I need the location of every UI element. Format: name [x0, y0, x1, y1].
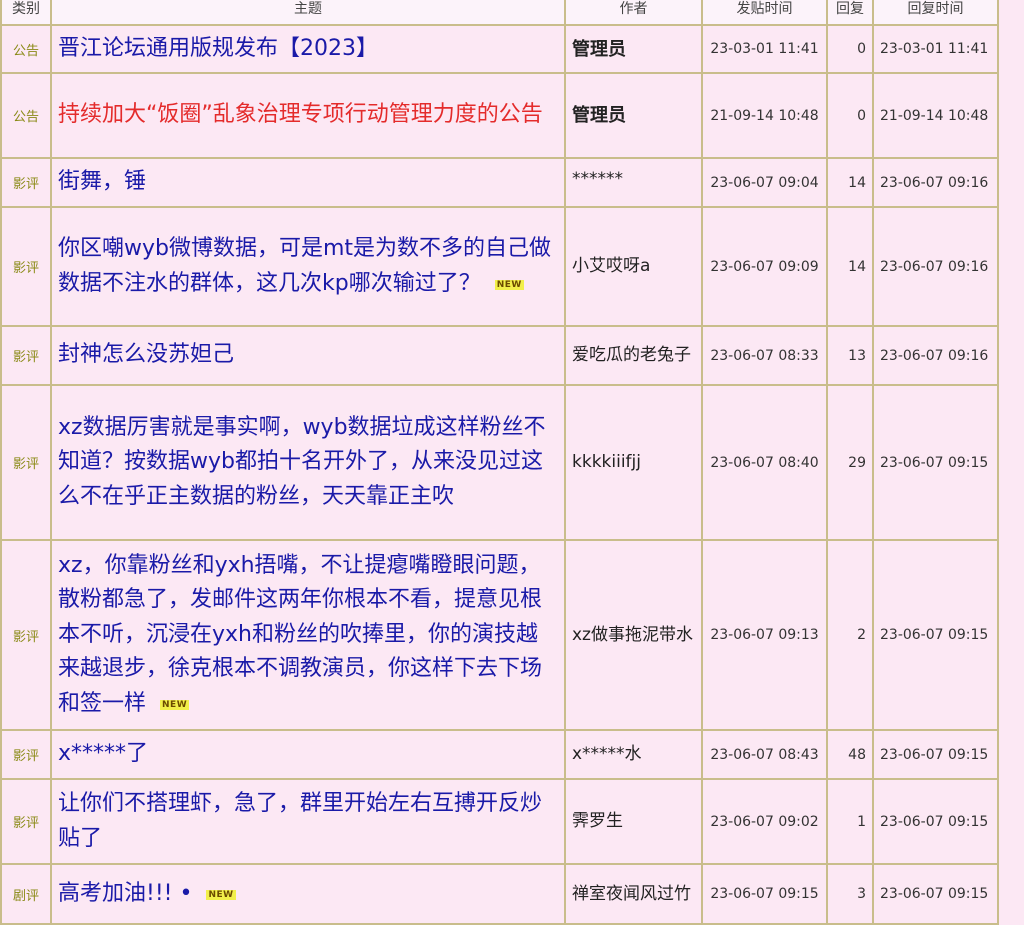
reply-time-cell: 23-06-07 09:16 [872, 157, 999, 208]
category-cell: 影评 [0, 157, 52, 208]
subject-cell: 晋江论坛通用版规发布【2023】 [50, 24, 566, 74]
author-cell[interactable]: 爱吃瓜的老兔子 [564, 325, 703, 386]
author-cell[interactable]: xz做事拖泥带水 [564, 539, 703, 731]
reply-time-cell: 23-06-07 09:16 [872, 325, 999, 386]
reply-time-cell: 21-09-14 10:48 [872, 72, 999, 159]
subject-cell: 持续加大“饭圈”乱象治理专项行动管理力度的公告 [50, 72, 566, 159]
post-time-cell: 21-09-14 10:48 [701, 72, 828, 159]
table-row: 影评 街舞，锤 ****** 23-06-07 09:04 14 23-06-0… [0, 157, 999, 208]
reply-time-cell: 23-06-07 09:15 [872, 778, 999, 865]
category-cell: 影评 [0, 778, 52, 865]
subject-cell: 让你们不搭理虾，急了，群里开始左右互搏开反炒贴了 [50, 778, 566, 865]
reply-time-cell: 23-06-07 09:15 [872, 384, 999, 541]
table-row: 影评 让你们不搭理虾，急了，群里开始左右互搏开反炒贴了 霁罗生 23-06-07… [0, 778, 999, 865]
post-time-cell: 23-06-07 08:40 [701, 384, 828, 541]
reply-count-cell: 48 [826, 729, 874, 780]
column-header-post-time[interactable]: 发贴时间 [701, 0, 828, 26]
reply-count-cell: 13 [826, 325, 874, 386]
reply-count-cell: 14 [826, 206, 874, 327]
category-cell: 影评 [0, 384, 52, 541]
reply-count-cell: 2 [826, 539, 874, 731]
topic-link[interactable]: x*****了 [58, 741, 148, 766]
subject-cell: xz数据厉害就是事实啊，wyb数据垃成这样粉丝不知道？按数据wyb都拍十名开外了… [50, 384, 566, 541]
post-time-cell: 23-06-07 08:33 [701, 325, 828, 386]
table-row: 影评 xz，你靠粉丝和yxh捂嘴，不让提瘪嘴瞪眼问题，散粉都急了，发邮件这两年你… [0, 539, 999, 731]
subject-cell: 封神怎么没苏妲己 [50, 325, 566, 386]
subject-cell: x*****了 [50, 729, 566, 780]
new-badge: NEW [494, 280, 524, 290]
subject-cell: xz，你靠粉丝和yxh捂嘴，不让提瘪嘴瞪眼问题，散粉都急了，发邮件这两年你根本不… [50, 539, 566, 731]
reply-count-cell: 0 [826, 72, 874, 159]
column-header-replies[interactable]: 回复 [826, 0, 874, 26]
author-cell[interactable]: 管理员 [564, 72, 703, 159]
post-time-cell: 23-06-07 09:13 [701, 539, 828, 731]
reply-count-cell: 3 [826, 863, 874, 925]
reply-count-cell: 0 [826, 24, 874, 74]
topic-link[interactable]: 晋江论坛通用版规发布【2023】 [58, 36, 378, 61]
reply-time-cell: 23-06-07 09:15 [872, 539, 999, 731]
subject-cell: 你区嘲wyb微博数据，可是mt是为数不多的自己做数据不注水的群体，这几次kp哪次… [50, 206, 566, 327]
topic-link[interactable]: xz数据厉害就是事实啊，wyb数据垃成这样粉丝不知道？按数据wyb都拍十名开外了… [58, 415, 546, 509]
author-cell[interactable]: ****** [564, 157, 703, 208]
category-cell: 影评 [0, 729, 52, 780]
category-cell: 公告 [0, 72, 52, 159]
subject-cell: 街舞，锤 [50, 157, 566, 208]
new-badge: NEW [160, 700, 190, 711]
new-badge: NEW [206, 890, 236, 901]
category-cell: 影评 [0, 539, 52, 731]
topic-link[interactable]: 持续加大“饭圈”乱象治理专项行动管理力度的公告 [58, 102, 543, 127]
post-time-cell: 23-06-07 08:43 [701, 729, 828, 780]
reply-count-cell: 29 [826, 384, 874, 541]
column-header-reply-time[interactable]: 回复时间 [872, 0, 999, 26]
category-cell: 公告 [0, 24, 52, 74]
post-time-cell: 23-06-07 09:04 [701, 157, 828, 208]
table-row: 公告 晋江论坛通用版规发布【2023】 管理员 23-03-01 11:41 0… [0, 24, 999, 74]
post-time-cell: 23-06-07 09:02 [701, 778, 828, 865]
post-time-cell: 23-06-07 09:15 [701, 863, 828, 925]
table-row: 影评 x*****了 x*****水 23-06-07 08:43 48 23-… [0, 729, 999, 780]
table-header-row: 类别 主题 作者 发贴时间 回复 回复时间 [0, 0, 999, 26]
topic-table: 类别 主题 作者 发贴时间 回复 回复时间 公告 晋江论坛通用版规发布【2023… [0, 0, 999, 925]
reply-time-cell: 23-06-07 09:15 [872, 863, 999, 925]
category-cell: 影评 [0, 206, 52, 327]
author-cell[interactable]: 霁罗生 [564, 778, 703, 865]
table-row: 影评 你区嘲wyb微博数据，可是mt是为数不多的自己做数据不注水的群体，这几次k… [0, 206, 999, 327]
topic-link[interactable]: 让你们不搭理虾，急了，群里开始左右互搏开反炒贴了 [58, 791, 542, 851]
author-cell[interactable]: 小艾哎呀a [564, 206, 703, 327]
table-row: 影评 xz数据厉害就是事实啊，wyb数据垃成这样粉丝不知道？按数据wyb都拍十名… [0, 384, 999, 541]
reply-time-cell: 23-06-07 09:16 [872, 206, 999, 327]
table-row: 公告 持续加大“饭圈”乱象治理专项行动管理力度的公告 管理员 21-09-14 … [0, 72, 999, 159]
author-cell[interactable]: x*****水 [564, 729, 703, 780]
author-cell[interactable]: 管理员 [564, 24, 703, 74]
reply-time-cell: 23-03-01 11:41 [872, 24, 999, 74]
category-cell: 剧评 [0, 863, 52, 925]
topic-link[interactable]: 你区嘲wyb微博数据，可是mt是为数不多的自己做数据不注水的群体，这几次kp哪次… [58, 236, 551, 296]
reply-count-cell: 14 [826, 157, 874, 208]
column-header-subject[interactable]: 主题 [50, 0, 566, 26]
reply-count-cell: 1 [826, 778, 874, 865]
reply-time-cell: 23-06-07 09:15 [872, 729, 999, 780]
topic-link[interactable]: 高考加油!!! • [58, 881, 192, 906]
topic-link[interactable]: 封神怎么没苏妲己 [58, 342, 234, 367]
author-cell[interactable]: kkkkiiifjj [564, 384, 703, 541]
topic-link[interactable]: xz，你靠粉丝和yxh捂嘴，不让提瘪嘴瞪眼问题，散粉都急了，发邮件这两年你根本不… [58, 553, 542, 716]
post-time-cell: 23-06-07 09:09 [701, 206, 828, 327]
author-cell[interactable]: 禅室夜闻风过竹 [564, 863, 703, 925]
post-time-cell: 23-03-01 11:41 [701, 24, 828, 74]
topic-link[interactable]: 街舞，锤 [58, 169, 146, 194]
table-row: 剧评 高考加油!!! • NEW 禅室夜闻风过竹 23-06-07 09:15 3… [0, 863, 999, 925]
column-header-category[interactable]: 类别 [0, 0, 52, 26]
category-cell: 影评 [0, 325, 52, 386]
column-header-author[interactable]: 作者 [564, 0, 703, 26]
table-row: 影评 封神怎么没苏妲己 爱吃瓜的老兔子 23-06-07 08:33 13 23… [0, 325, 999, 386]
subject-cell: 高考加油!!! • NEW [50, 863, 566, 925]
